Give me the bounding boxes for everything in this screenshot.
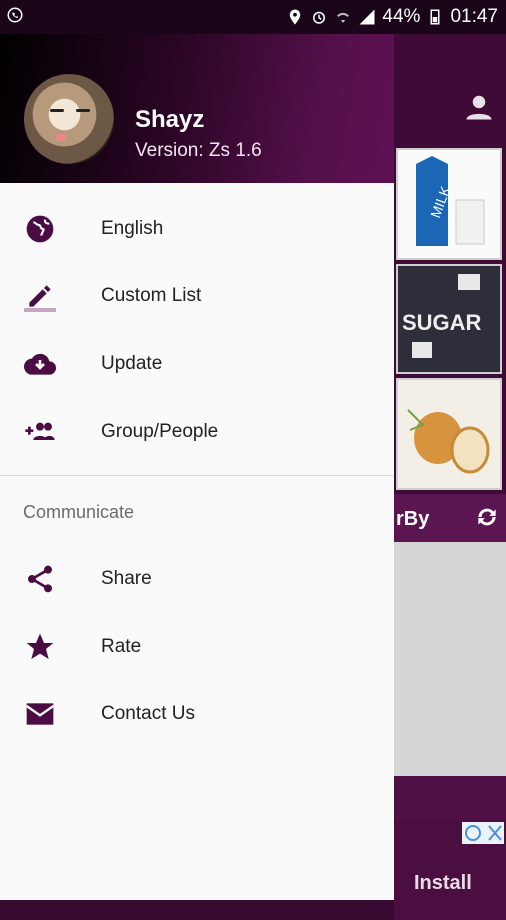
section-title-communicate: Communicate (23, 502, 135, 522)
ad-banner[interactable]: Install (394, 820, 506, 920)
share-icon (28, 565, 52, 593)
status-bar: 44% 01:47 (0, 0, 506, 34)
star-icon (26, 633, 54, 659)
location-icon (290, 9, 301, 25)
menu-item-update[interactable]: Update (0, 331, 394, 397)
sort-by-label: rBy (396, 508, 430, 530)
battery-icon (430, 9, 440, 25)
whatsapp-notification-icon (6, 6, 24, 30)
menu-item-label: Contact Us (101, 703, 195, 724)
group-add-icon (25, 422, 55, 440)
onion-thumbnail[interactable] (396, 378, 502, 490)
battery-percent: 44% (382, 6, 421, 27)
avatar-eye (76, 109, 90, 112)
menu-item-contact-us[interactable]: Contact Us (0, 681, 394, 747)
navigation-drawer: Shayz Version: Zs 1.6 English Custom Lis… (0, 34, 394, 900)
ad-install-button[interactable]: Install (414, 872, 472, 895)
background-bar (394, 776, 506, 820)
user-name: Shayz (135, 106, 205, 133)
menu-item-group-people[interactable]: Group/People (0, 399, 394, 465)
divider (0, 475, 394, 476)
globe-icon (26, 215, 54, 243)
menu-item-label: Custom List (101, 285, 202, 306)
background-panel (394, 542, 506, 776)
signal-icon (359, 9, 375, 25)
drawer-header: Shayz Version: Zs 1.6 (0, 34, 394, 183)
cloud-download-icon (24, 353, 56, 375)
wifi-icon (337, 12, 350, 23)
menu-item-english[interactable]: English (0, 196, 394, 262)
avatar-tongue (56, 134, 66, 142)
mail-icon (25, 703, 55, 725)
sugar-thumbnail[interactable]: SUGAR (396, 264, 502, 374)
menu-item-custom-list[interactable]: Custom List (0, 263, 394, 329)
sort-by-bar[interactable]: rBy (394, 494, 506, 542)
alarm-icon (313, 11, 326, 24)
avatar[interactable] (24, 74, 114, 164)
menu-item-label: Update (101, 353, 163, 374)
edit-icon (24, 285, 56, 312)
sugar-label: SUGAR (402, 310, 482, 335)
menu-item-label: Share (101, 568, 152, 589)
menu-item-label: Rate (101, 636, 142, 657)
menu-item-rate[interactable]: Rate (0, 614, 394, 680)
menu-item-label: English (101, 218, 164, 239)
refresh-icon[interactable] (474, 504, 500, 530)
menu-item-label: Group/People (101, 421, 219, 442)
avatar-eye (50, 109, 64, 112)
ad-close-icon[interactable] (462, 822, 504, 844)
app-version: Version: Zs 1.6 (135, 140, 262, 161)
clock: 01:47 (450, 6, 498, 27)
menu-item-share[interactable]: Share (0, 546, 394, 612)
milk-thumbnail[interactable]: MILK (396, 148, 502, 260)
account-icon[interactable] (464, 92, 494, 122)
